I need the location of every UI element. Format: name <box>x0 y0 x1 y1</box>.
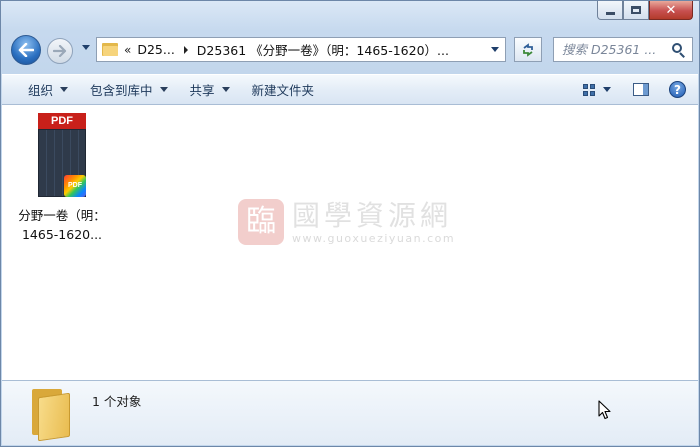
file-name-line1: 分野一卷（明： <box>18 208 106 223</box>
item-count: 1 个对象 <box>92 394 142 409</box>
address-dropdown[interactable] <box>491 47 499 52</box>
chevron-down-icon <box>491 47 499 52</box>
forward-arrow-icon <box>53 45 67 57</box>
watermark-url: www.guoxueziyuan.com <box>292 231 456 245</box>
refresh-button[interactable] <box>514 37 542 62</box>
new-folder-button[interactable]: 新建文件夹 <box>241 75 326 104</box>
new-folder-label: 新建文件夹 <box>251 83 315 98</box>
file-list-area[interactable]: PDF PDF 分野一卷（明： 1465-1620... 臨 國學資源網 www… <box>2 105 698 380</box>
folder-icon <box>30 389 74 442</box>
include-in-library-menu[interactable]: 包含到库中 <box>79 75 179 104</box>
pdf-app-badge-icon: PDF <box>64 175 86 197</box>
maximize-icon <box>631 6 641 14</box>
search-icon[interactable] <box>672 42 686 58</box>
explorer-window: ✕ « D25... D25361 《分野一卷》（明：1465-1620）... <box>0 0 700 447</box>
watermark-title: 國學資源網 <box>292 198 453 232</box>
organize-menu[interactable]: 组织 <box>2 75 79 104</box>
search-box[interactable] <box>553 37 693 62</box>
breadcrumb-overflow[interactable]: « <box>124 43 131 57</box>
chevron-down-icon <box>603 87 611 92</box>
file-item[interactable]: PDF PDF 分野一卷（明： 1465-1620... <box>12 113 112 244</box>
close-icon: ✕ <box>665 2 677 18</box>
address-bar[interactable]: « D25... D25361 《分野一卷》（明：1465-1620）... <box>96 37 506 62</box>
folder-icon <box>102 43 118 56</box>
minimize-icon <box>605 11 615 15</box>
breadcrumb-separator-icon[interactable] <box>183 45 188 54</box>
pdf-thumbnail-header: PDF <box>38 113 86 129</box>
help-icon[interactable]: ? <box>669 81 686 98</box>
caption-buttons: ✕ <box>597 1 693 20</box>
close-button[interactable]: ✕ <box>649 1 693 20</box>
watermark: 臨 國學資源網 www.guoxueziyuan.com <box>238 199 455 245</box>
mouse-cursor-icon <box>598 400 611 420</box>
organize-label: 组织 <box>28 83 54 98</box>
command-bar: 组织 包含到库中 共享 新建文件夹 ? <box>2 74 698 105</box>
share-menu[interactable]: 共享 <box>179 75 241 104</box>
chevron-down-icon <box>60 87 69 92</box>
forward-button[interactable] <box>47 38 73 64</box>
file-name-line2: 1465-1620... <box>21 227 103 242</box>
details-pane: 1 个对象 <box>2 380 698 445</box>
breadcrumb-item[interactable]: D25... <box>137 42 174 57</box>
change-view-icon[interactable] <box>583 83 595 96</box>
maximize-button[interactable] <box>623 1 649 20</box>
view-options-dropdown[interactable] <box>603 87 611 92</box>
recent-pages-dropdown[interactable] <box>82 45 90 50</box>
back-arrow-icon <box>18 43 34 57</box>
share-label: 共享 <box>189 83 215 98</box>
minimize-button[interactable] <box>597 1 623 20</box>
watermark-seal-icon: 臨 <box>238 199 284 245</box>
view-controls: ? <box>583 81 698 98</box>
pdf-file-icon: PDF PDF <box>38 113 86 199</box>
chevron-down-icon <box>159 87 168 92</box>
chevron-down-icon <box>221 87 230 92</box>
breadcrumb-item-current[interactable]: D25361 《分野一卷》（明：1465-1620）... <box>197 40 449 59</box>
refresh-icon <box>523 42 533 57</box>
back-button[interactable] <box>11 35 41 65</box>
include-in-library-label: 包含到库中 <box>90 83 153 98</box>
search-input[interactable] <box>562 42 670 57</box>
chevron-down-icon <box>82 45 90 50</box>
preview-pane-icon[interactable] <box>633 83 649 96</box>
navigation-bar: « D25... D25361 《分野一卷》（明：1465-1620）... <box>9 34 693 65</box>
file-name: 分野一卷（明： 1465-1620... <box>12 206 112 244</box>
